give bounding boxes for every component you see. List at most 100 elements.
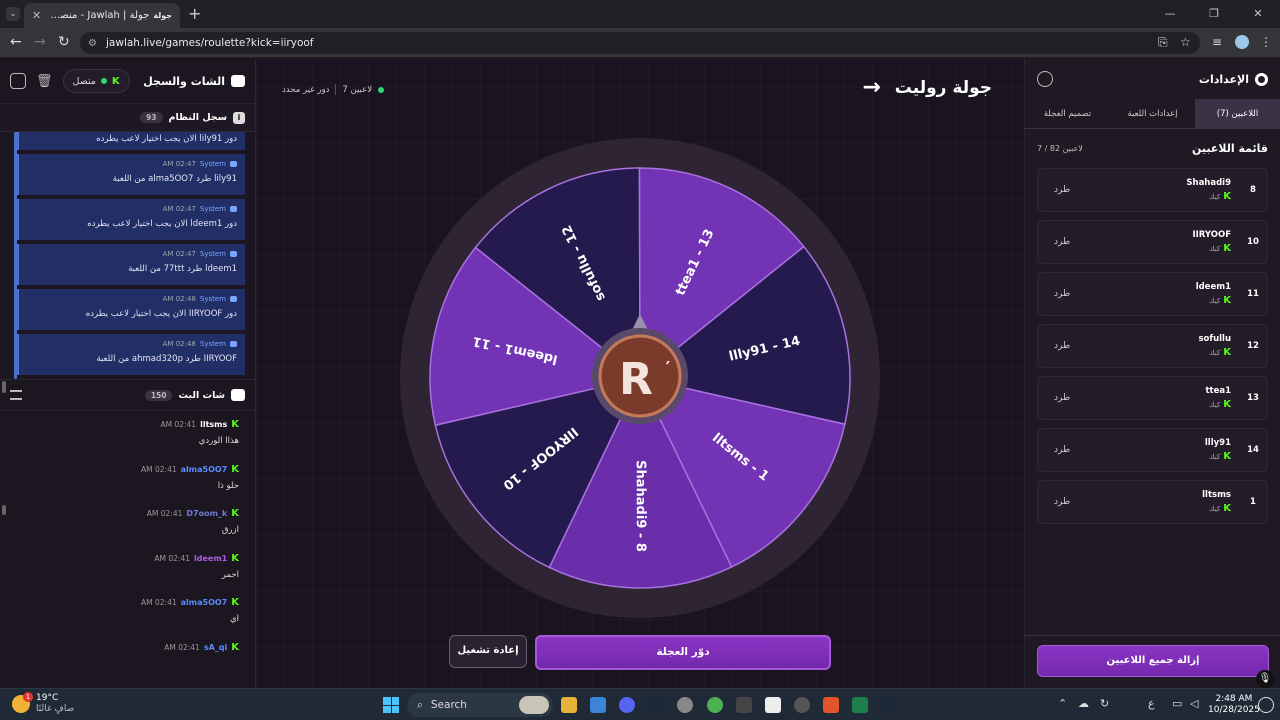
- settings-title: الإعدادات: [1198, 72, 1249, 86]
- remove-all-players-button[interactable]: إزالة جميع اللاعبين: [1037, 645, 1269, 677]
- kick-logo-icon: K: [231, 463, 239, 475]
- new-tab-button[interactable]: +: [188, 4, 201, 23]
- kick-logo-icon: K: [1223, 451, 1231, 462]
- kick-player-button[interactable]: طرد: [1054, 237, 1070, 247]
- clock[interactable]: 2:48 AM 10/28/2025: [1208, 694, 1260, 716]
- kick-logo-icon: K: [231, 641, 239, 653]
- media-icon[interactable]: ≡: [1212, 35, 1222, 49]
- kick-player-button[interactable]: طرد: [1054, 289, 1070, 299]
- settings-app-icon[interactable]: [677, 697, 693, 713]
- info-icon: i: [233, 111, 245, 124]
- browser-tab[interactable]: جولة جولة | Jawlah - منصة الألعاب التـ ✕: [24, 3, 180, 28]
- language-indicator[interactable]: ع: [1148, 697, 1155, 710]
- sync-icon[interactable]: ↻: [1100, 697, 1109, 710]
- collapse-panel-icon[interactable]: [10, 73, 26, 89]
- spin-wheel-button[interactable]: دوّر العجلة: [535, 635, 831, 670]
- system-message: System 02:47 AM دور ldeem1 الان يجب اختيار…: [16, 199, 245, 240]
- collapse-settings-icon[interactable]: [1037, 71, 1053, 87]
- settings-panel: الإعدادات اللاعبين (7) إعدادات اللعبة تص…: [1024, 59, 1280, 688]
- system-log-scrollbar[interactable]: [2, 381, 6, 393]
- kick-player-button[interactable]: طرد: [1054, 393, 1070, 403]
- trash-icon[interactable]: 🗑: [36, 74, 53, 89]
- bot-icon: [230, 296, 237, 302]
- taskbar-search[interactable]: ⌕ Search: [407, 693, 553, 717]
- menu-icon[interactable]: ⋮: [1260, 35, 1272, 49]
- site-info-icon[interactable]: ⚙: [88, 38, 97, 49]
- players-list-title: قائمة اللاعبين: [1192, 142, 1268, 155]
- system-message-text: دور ldeem1 الان يجب اختيار لاعب يطرده: [87, 219, 237, 229]
- wheel-slice-label: Shahadi9 - 8: [633, 460, 648, 552]
- app2-icon[interactable]: [794, 697, 810, 713]
- url-field[interactable]: ⚙ jawlah.live/games/roulette?kick=iiryoo…: [80, 32, 1200, 54]
- close-window-icon[interactable]: ✕: [1236, 0, 1280, 28]
- bot-icon: [230, 251, 237, 257]
- excel-icon[interactable]: [852, 697, 868, 713]
- back-icon[interactable]: ←: [10, 34, 22, 50]
- filter-icon[interactable]: [10, 390, 22, 400]
- reload-icon[interactable]: ↻: [58, 34, 70, 50]
- chat-username[interactable]: D7oom_k: [186, 509, 227, 518]
- weather-widget[interactable]: 1 19°C صافٍ غالبًا: [12, 692, 74, 715]
- logo-accent-icon: ′: [666, 358, 671, 379]
- connection-label: متصل: [72, 75, 96, 87]
- tab-search-button[interactable]: ⌄: [6, 7, 20, 21]
- steam2-icon[interactable]: [881, 697, 897, 713]
- kick-player-button[interactable]: طرد: [1054, 445, 1070, 455]
- notepad-icon[interactable]: [765, 697, 781, 713]
- broadcast-chat-title: شات البث: [178, 389, 225, 401]
- start-button-icon[interactable]: [383, 697, 399, 713]
- restore-icon[interactable]: ❐: [1192, 0, 1236, 28]
- roulette-wheel[interactable]: ldeem1 - 11sofullu - 12 ttea1 - 13llly91 …: [400, 138, 880, 618]
- chat-username[interactable]: sA_qi: [204, 643, 227, 652]
- turn-label: دور غير محدد: [282, 84, 330, 95]
- profile-avatar[interactable]: [1235, 35, 1249, 49]
- players-list: طرد Shahadi9 كيك K 8 طرد IIRYOOF كيك K 10 طرد ldeem…: [1025, 168, 1280, 524]
- chrome-icon[interactable]: [707, 697, 723, 713]
- kick-player-button[interactable]: طرد: [1054, 341, 1070, 351]
- system-log-count: 93: [140, 112, 163, 123]
- kick-player-button[interactable]: طرد: [1054, 185, 1070, 195]
- tab-players[interactable]: اللاعبين (7): [1195, 99, 1280, 128]
- notification-icon[interactable]: [1258, 697, 1274, 713]
- steam-icon[interactable]: [648, 697, 664, 713]
- back-arrow-icon[interactable]: →: [862, 75, 880, 100]
- chat-username[interactable]: alma5OO7: [181, 598, 228, 607]
- chat-username[interactable]: lltsms: [200, 420, 227, 429]
- system-log-list[interactable]: دور lily91 الان يجب اختيار لاعب يطرده Sy…: [0, 132, 255, 379]
- microphone-icon[interactable]: 🎙: [1256, 670, 1274, 688]
- discord-icon[interactable]: [619, 697, 635, 713]
- network-icon[interactable]: ▭: [1172, 697, 1182, 710]
- bookmark-icon[interactable]: ☆: [1180, 35, 1191, 49]
- brave-icon[interactable]: [823, 697, 839, 713]
- tab-title: جولة | Jawlah - منصة الألعاب التـ: [47, 10, 150, 21]
- chat-username[interactable]: ldeem1: [194, 554, 227, 563]
- kick-logo-icon: K: [1223, 191, 1231, 202]
- system-log-header[interactable]: 93 سجل النظام i: [0, 104, 255, 132]
- tab-wheel-design[interactable]: تصميم العجلة: [1025, 99, 1110, 128]
- online-dot-icon: [100, 78, 107, 84]
- chat-username[interactable]: alma5OO7: [181, 465, 228, 474]
- translate-icon[interactable]: ⎘: [1158, 35, 1168, 50]
- store-icon[interactable]: [590, 697, 606, 713]
- minimize-icon[interactable]: —: [1148, 0, 1192, 28]
- file-explorer-icon[interactable]: [561, 697, 577, 713]
- chat-text: اي: [229, 614, 239, 625]
- broadcast-chat-list[interactable]: Klltsms 02:41 AM هذاا الوردي Kalma5OO7 02:41…: [0, 411, 255, 687]
- chat-icon: [231, 389, 245, 401]
- browser-tab-strip: ⌄ جولة جولة | Jawlah - منصة الألعاب التـ…: [0, 0, 1280, 28]
- kick-logo-icon: K: [231, 552, 239, 564]
- kick-player-button[interactable]: طرد: [1054, 497, 1070, 507]
- volume-icon[interactable]: ◁: [1190, 697, 1198, 710]
- close-tab-icon[interactable]: ✕: [32, 9, 41, 22]
- tray-chevron-icon[interactable]: ⌃: [1058, 697, 1067, 710]
- restart-button[interactable]: إعادة تشغيل: [449, 635, 527, 668]
- forward-icon[interactable]: →: [34, 34, 46, 50]
- app-icon[interactable]: [736, 697, 752, 713]
- cloud-icon[interactable]: ☁: [1078, 697, 1089, 710]
- player-platform: كيك: [1208, 348, 1221, 357]
- system-message-time: 02:48 AM: [162, 340, 196, 348]
- chat-scrollbar[interactable]: [2, 505, 6, 515]
- chat-log-panel: 🗑 متصل K الشات والسجل 93 سجل النظام i دو…: [0, 59, 256, 688]
- tab-game-settings[interactable]: إعدادات اللعبة: [1110, 99, 1195, 128]
- system-message-time: 02:48 AM: [162, 295, 196, 303]
